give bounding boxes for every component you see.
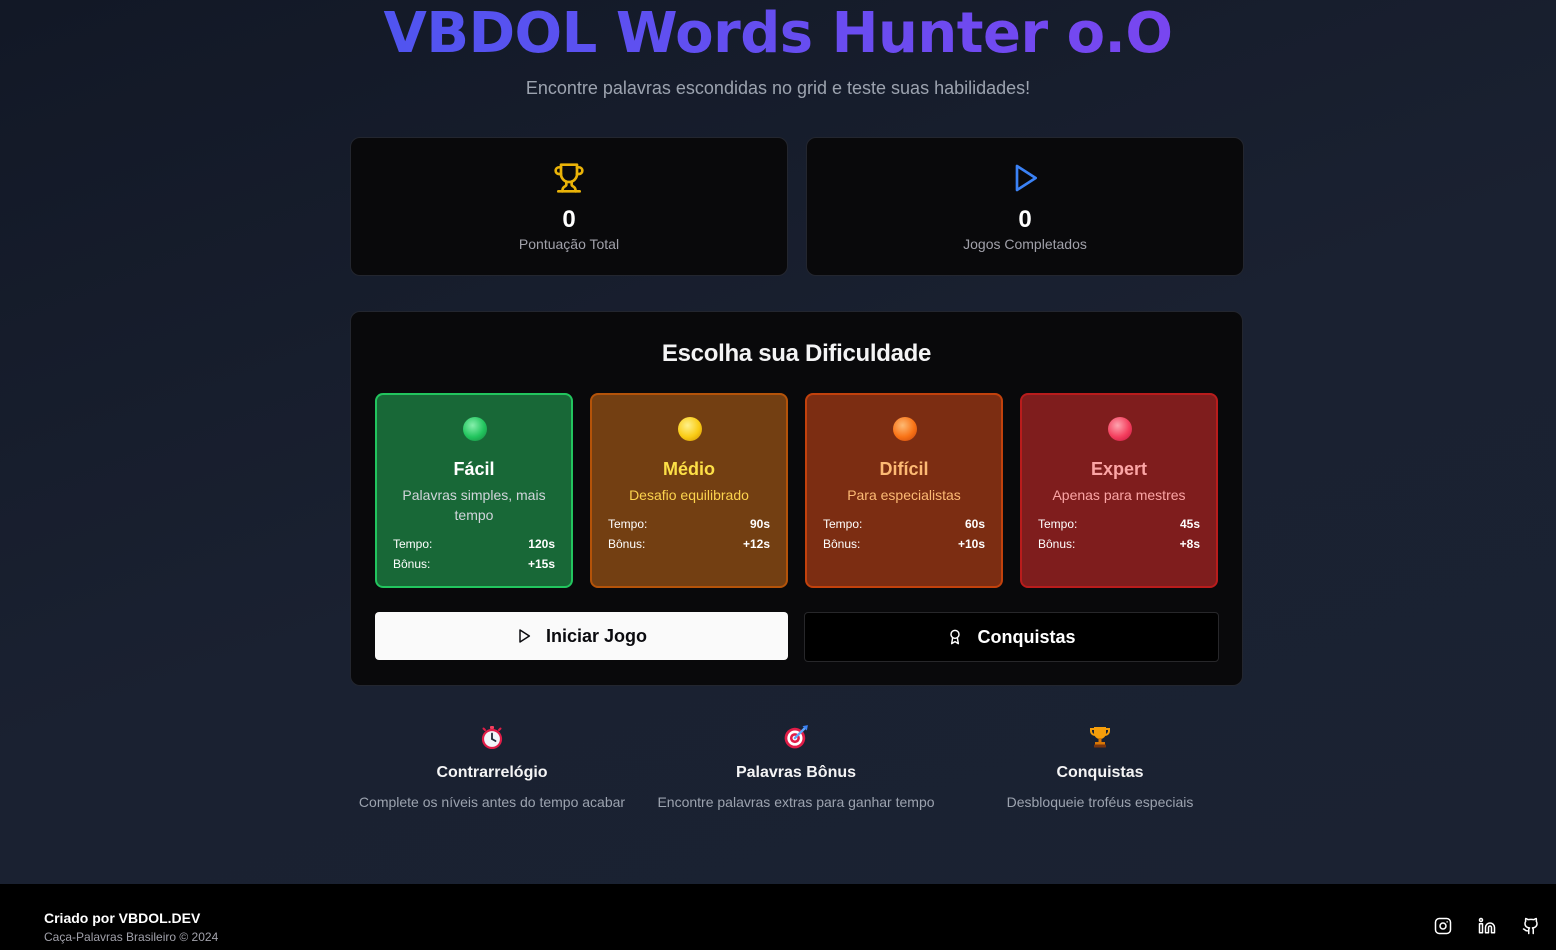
stopwatch-icon (332, 722, 652, 752)
stat-card-games-completed: 0 Jogos Completados (806, 137, 1244, 276)
time-label: Tempo: (608, 517, 648, 531)
difficulty-name: Expert (1090, 459, 1148, 479)
target-icon (636, 722, 956, 752)
start-game-button[interactable]: Iniciar Jogo (375, 612, 788, 660)
bonus-value: +10s (957, 537, 985, 551)
page-subtitle: Encontre palavras escondidas no grid e t… (525, 78, 1031, 98)
difficulty-title: Escolha sua Dificuldade (661, 340, 932, 367)
footer-copyright: Caça-Palavras Brasileiro © 2024 (44, 930, 219, 944)
bonus-label: Bônus: (393, 557, 431, 571)
time-label: Tempo: (1038, 517, 1078, 531)
linkedin-icon[interactable] (1478, 917, 1496, 935)
difficulty-card-dificil[interactable]: Difícil Para especialistas Tempo: 60s Bôn… (805, 393, 1003, 588)
feature-description: Complete os níveis antes do tempo acabar (358, 794, 626, 810)
total-score-label: Pontuação Total (518, 236, 620, 252)
difficulty-description: Para especialistas (847, 487, 961, 503)
time-label: Tempo: (393, 537, 433, 551)
games-completed-label: Jogos Completados (963, 236, 1087, 252)
time-value: 45s (1179, 517, 1200, 531)
red-orb-icon (1108, 417, 1132, 441)
github-icon[interactable] (1522, 917, 1540, 935)
start-game-label: Iniciar Jogo (545, 625, 648, 646)
total-score-value: 0 (562, 206, 576, 233)
difficulty-name: Fácil (453, 459, 495, 479)
feature-timer: Contrarrelógio Complete os níveis antes … (332, 722, 652, 810)
time-label: Tempo: (823, 517, 863, 531)
time-value: 120s (528, 537, 555, 551)
bonus-label: Bônus: (823, 537, 861, 551)
stat-card-total-score: 0 Pontuação Total (350, 137, 788, 276)
bonus-value: +12s (742, 537, 770, 551)
feature-description: Desbloqueie troféus especiais (1006, 794, 1194, 810)
bonus-label: Bônus: (1038, 537, 1076, 551)
trophy-icon (351, 162, 787, 194)
achievements-label: Conquistas (977, 626, 1076, 647)
play-icon (519, 629, 531, 643)
instagram-icon[interactable] (1434, 917, 1452, 935)
bonus-value: +8s (1179, 537, 1200, 551)
feature-bonus-words: Palavras Bônus Encontre palavras extras … (636, 722, 956, 810)
achievements-button[interactable]: Conquistas (804, 612, 1219, 662)
feature-title: Contrarrelógio (436, 764, 548, 781)
difficulty-description: Palavras simples, mais tempo (402, 487, 546, 523)
difficulty-card-facil[interactable]: Fácil Palavras simples, mais tempo Tempo… (375, 393, 573, 588)
time-value: 60s (964, 517, 985, 531)
feature-achievements: Conquistas Desbloqueie troféus especiais (940, 722, 1260, 810)
green-orb-icon (463, 417, 487, 441)
page-title: VBDOL Words Hunter o.O (0, 0, 1556, 68)
orange-orb-icon (893, 417, 917, 441)
trophy-icon (940, 722, 1260, 752)
difficulty-card-expert[interactable]: Expert Apenas para mestres Tempo: 45s Bôn… (1020, 393, 1218, 588)
award-icon (950, 629, 961, 645)
play-icon (807, 162, 1243, 194)
difficulty-name: Difícil (879, 459, 929, 479)
feature-title: Palavras Bônus (735, 764, 857, 781)
yellow-orb-icon (678, 417, 702, 441)
footer: Criado por VBDOL.DEV Caça-Palavras Brasi… (0, 884, 1556, 950)
difficulty-name: Médio (663, 459, 715, 479)
difficulty-description: Desafio equilibrado (629, 487, 749, 503)
feature-title: Conquistas (1056, 764, 1144, 781)
time-value: 90s (749, 517, 770, 531)
bonus-label: Bônus: (608, 537, 646, 551)
games-completed-value: 0 (1018, 206, 1032, 233)
difficulty-card-medio[interactable]: Médio Desafio equilibrado Tempo: 90s Bônu… (590, 393, 788, 588)
difficulty-description: Apenas para mestres (1052, 487, 1186, 503)
bonus-value: +15s (527, 557, 555, 571)
difficulty-panel: Escolha sua Dificuldade Fácil Palavras s… (350, 311, 1243, 686)
footer-credit: Criado por VBDOL.DEV (44, 910, 201, 926)
feature-description: Encontre palavras extras para ganhar tem… (657, 794, 935, 810)
